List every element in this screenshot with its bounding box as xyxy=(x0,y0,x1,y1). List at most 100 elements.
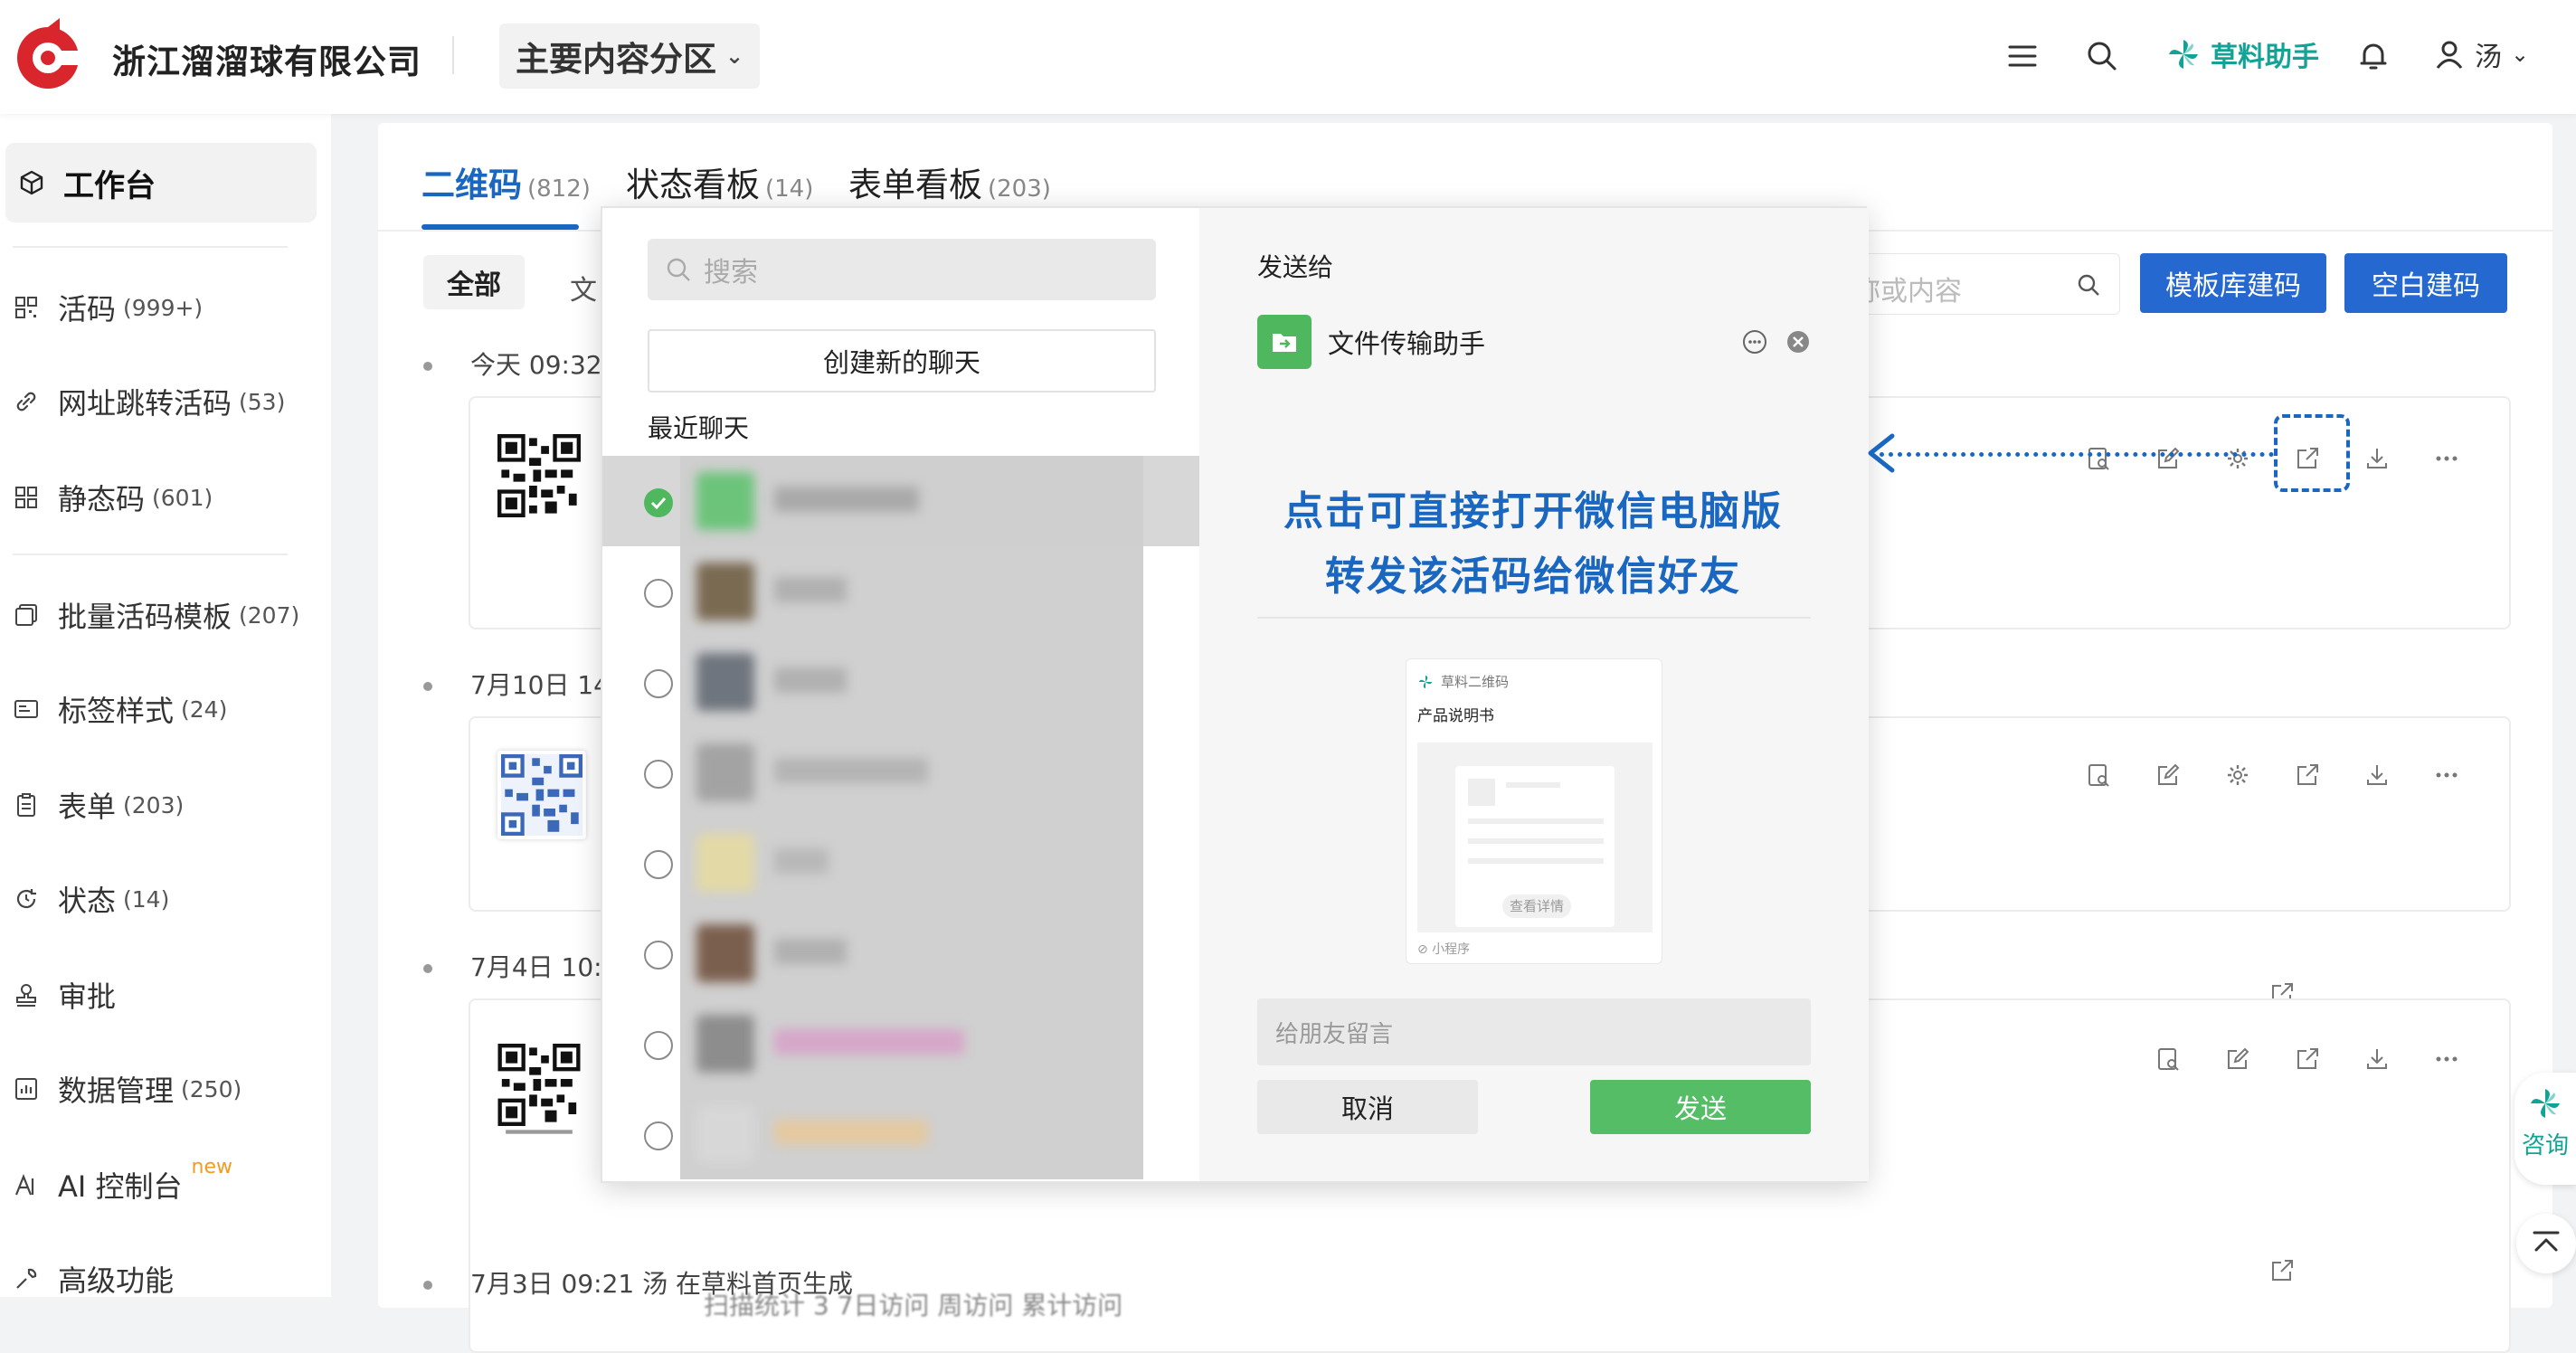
chat-search-input[interactable]: 搜索 xyxy=(648,239,1156,300)
settings-icon[interactable] xyxy=(2224,445,2251,472)
sidebar-item-approval[interactable]: 审批 xyxy=(0,955,317,1035)
sidebar-item-workbench[interactable]: 工作台 xyxy=(5,143,317,222)
radio-checked[interactable] xyxy=(644,488,673,517)
preview-icon[interactable] xyxy=(2155,1046,2182,1073)
contact-item[interactable] xyxy=(602,456,1199,546)
sidebar-item-count: (53) xyxy=(239,388,286,415)
radio-unchecked[interactable] xyxy=(644,941,673,970)
sidebar-item-status[interactable]: 状态 (14) xyxy=(0,859,317,939)
annotation-arrow-line xyxy=(1880,452,2274,457)
contact-item[interactable] xyxy=(602,1089,1199,1179)
sidebar-item-batch-template[interactable]: 批量活码模板 (207) xyxy=(0,575,317,655)
tab-status-board[interactable]: 状态看板 (14) xyxy=(626,157,813,206)
radio-unchecked[interactable] xyxy=(644,1121,673,1150)
preview-icon[interactable] xyxy=(2085,445,2112,472)
filter-all[interactable]: 全部 xyxy=(423,255,525,309)
bell-icon[interactable] xyxy=(2353,36,2393,76)
company-name[interactable]: 浙江溜溜球有限公司 xyxy=(112,34,421,83)
sidebar-item-url-redirect[interactable]: 网址跳转活码 (53) xyxy=(0,362,317,441)
date-text: 7月3日 09:21 汤 在草料首页生成 xyxy=(470,1269,854,1299)
radio-unchecked[interactable] xyxy=(644,850,673,879)
brand-assistant-label: 草料助手 xyxy=(2211,42,2319,73)
template-create-button[interactable]: 模板库建码 xyxy=(2140,253,2326,313)
blank-create-button[interactable]: 空白建码 xyxy=(2344,253,2507,313)
download-icon[interactable] xyxy=(2363,762,2391,789)
contact-blurred xyxy=(680,637,1143,727)
sidebar-item-count: (999+) xyxy=(123,294,204,321)
consult-button[interactable]: 咨询 xyxy=(2514,1073,2576,1185)
radio-unchecked[interactable] xyxy=(644,1031,673,1060)
send-button[interactable]: 发送 xyxy=(1590,1080,1811,1134)
remove-circle-icon[interactable] xyxy=(1785,329,1811,355)
radio-unchecked[interactable] xyxy=(644,669,673,698)
settings-icon[interactable] xyxy=(2224,762,2251,789)
qr-code-thumbnail[interactable] xyxy=(497,1044,581,1138)
search-icon[interactable] xyxy=(2082,36,2122,76)
edit-icon[interactable] xyxy=(2155,762,2182,789)
contact-item[interactable] xyxy=(602,908,1199,998)
sidebar: 工作台 活码 (999+) 网址跳转活码 (53) 静态码 (601) 批量活码模板(… xyxy=(0,114,331,1298)
radio-unchecked[interactable] xyxy=(644,760,673,789)
back-to-top-button[interactable] xyxy=(2516,1214,2576,1273)
tab-qrcode[interactable]: 二维码 (812) xyxy=(421,157,591,206)
mini-program-card[interactable]: 草料二维码 产品说明书 查看详情 ⊘ 小程序 xyxy=(1406,658,1662,964)
create-chat-button[interactable]: 创建新的聊天 xyxy=(648,329,1156,393)
sidebar-item-live-code[interactable]: 活码 (999+) xyxy=(0,268,317,347)
ai-sparkle-icon xyxy=(14,1174,34,1196)
message-input[interactable]: 给朋友留言 xyxy=(1257,998,1811,1065)
download-icon[interactable] xyxy=(2363,445,2391,472)
download-icon[interactable] xyxy=(2363,1046,2391,1073)
preview-icon[interactable] xyxy=(2085,762,2112,789)
user-menu[interactable]: 汤 ⌄ xyxy=(2433,34,2529,74)
share-icon[interactable] xyxy=(2268,1257,2296,1284)
date-row: 7月10日 14 xyxy=(423,666,610,702)
item-actions xyxy=(2085,445,2460,472)
send-panel: 发送给 文件传输助手 点击可直接打开微信电脑版 转发该活码给微信好友 草料二维码… xyxy=(1199,208,1869,1181)
radio-unchecked[interactable] xyxy=(644,579,673,608)
filter-doc[interactable]: 文 xyxy=(570,268,597,308)
bar-chart-icon xyxy=(15,1078,37,1100)
sidebar-item-form[interactable]: 表单 (203) xyxy=(0,765,317,845)
qr-code-thumbnail[interactable] xyxy=(497,751,586,839)
brand-assistant-button[interactable]: 草料助手 xyxy=(2165,34,2319,74)
tab-form-board[interactable]: 表单看板 (203) xyxy=(848,157,1051,206)
share-dialog: 搜索 创建新的聊天 最近聊天 发送给 文件传输助手 点击可直接打开微信电脑版 转… xyxy=(601,206,1869,1183)
mini-program-header: 草料二维码 xyxy=(1417,672,1509,691)
sidebar-item-label: 标签样式 xyxy=(58,694,175,728)
avatar xyxy=(696,563,754,620)
contact-item[interactable] xyxy=(602,818,1199,908)
sidebar-item-advanced[interactable]: 高级功能 xyxy=(0,1239,317,1319)
tab-count: (812) xyxy=(527,175,591,203)
more-circle-icon[interactable] xyxy=(1742,329,1767,355)
refresh-status-icon xyxy=(16,889,36,909)
qr-code-thumbnail[interactable] xyxy=(497,434,581,517)
menu-icon[interactable] xyxy=(2003,36,2042,76)
sidebar-item-static-code[interactable]: 静态码 (601) xyxy=(0,458,317,537)
avatar xyxy=(696,1105,754,1163)
share-icon[interactable] xyxy=(2294,1046,2321,1073)
sidebar-item-label-style[interactable]: 标签样式 (24) xyxy=(0,669,317,749)
more-icon[interactable] xyxy=(2433,445,2460,472)
contact-item[interactable] xyxy=(602,637,1199,727)
contact-item[interactable] xyxy=(602,546,1199,637)
contact-blurred xyxy=(680,546,1143,637)
contact-name-blurred xyxy=(774,939,847,964)
contact-item[interactable] xyxy=(602,998,1199,1089)
edit-icon[interactable] xyxy=(2224,1046,2251,1073)
search-input[interactable]: 名称或内容 xyxy=(1825,253,2120,315)
share-icon[interactable] xyxy=(2294,762,2321,789)
timeline-dot xyxy=(423,1281,432,1290)
more-icon[interactable] xyxy=(2433,762,2460,789)
edit-icon[interactable] xyxy=(2155,445,2182,472)
sidebar-item-ai-console[interactable]: AI 控制台 new xyxy=(0,1145,317,1225)
contact-item[interactable] xyxy=(602,727,1199,818)
search-placeholder: 搜索 xyxy=(704,257,758,289)
recent-chats-label: 最近聊天 xyxy=(648,413,750,443)
timeline-dot xyxy=(423,964,432,973)
search-icon[interactable] xyxy=(2074,270,2103,299)
cancel-button[interactable]: 取消 xyxy=(1257,1080,1478,1134)
sidebar-item-data-manage[interactable]: 数据管理 (250) xyxy=(0,1049,317,1129)
zone-dropdown[interactable]: 主要内容分区 ⌄ xyxy=(499,24,760,89)
more-icon[interactable] xyxy=(2433,1046,2460,1073)
contact-blurred xyxy=(680,908,1143,998)
